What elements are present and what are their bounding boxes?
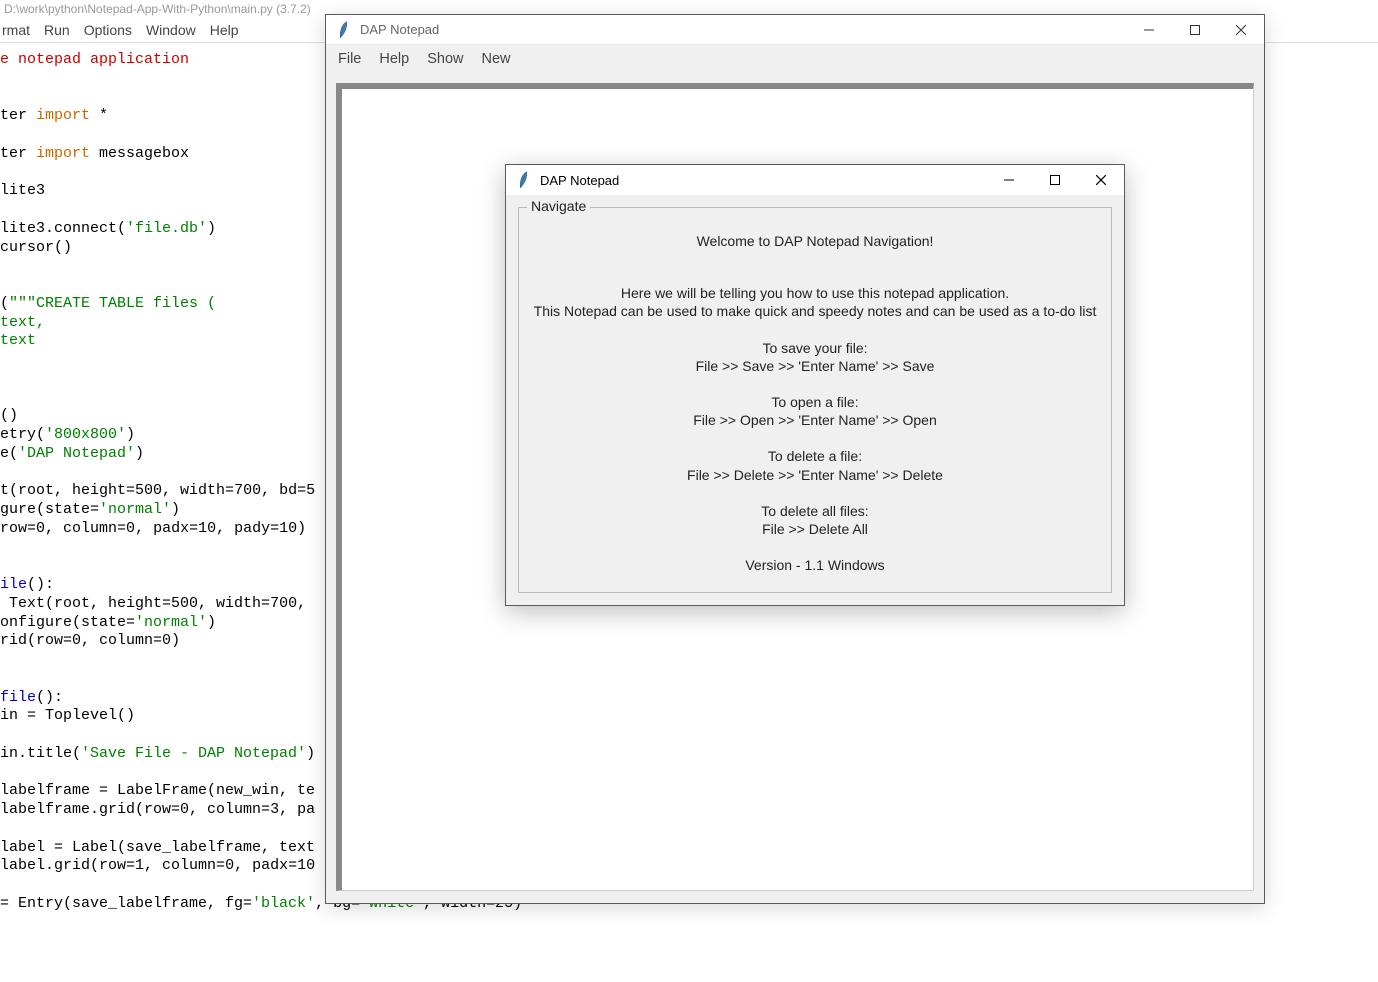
navigate-content: Welcome to DAP Notepad Navigation! Here …	[529, 232, 1101, 574]
minimize-button[interactable]	[1126, 15, 1172, 44]
nav-welcome: Welcome to DAP Notepad Navigation!	[529, 232, 1101, 250]
dialog-close-button[interactable]	[1078, 165, 1124, 195]
dialog-body: Navigate Welcome to DAP Notepad Navigati…	[506, 195, 1124, 605]
nav-open-path: File >> Open >> 'Enter Name' >> Open	[529, 411, 1101, 429]
labelframe-label: Navigate	[527, 198, 590, 214]
nav-version: Version - 1.1 Windows	[529, 556, 1101, 574]
nav-save-title: To save your file:	[529, 339, 1101, 357]
close-button[interactable]	[1218, 15, 1264, 44]
nav-delete-path: File >> Delete >> 'Enter Name' >> Delete	[529, 466, 1101, 484]
app-menu-help[interactable]: Help	[379, 51, 409, 67]
app-menu-file[interactable]: File	[338, 51, 361, 67]
dialog-titlebar: DAP Notepad	[506, 165, 1124, 195]
navigate-labelframe: Navigate Welcome to DAP Notepad Navigati…	[518, 207, 1112, 593]
editor-menu-run[interactable]: Run	[44, 22, 70, 38]
nav-delete-title: To delete a file:	[529, 447, 1101, 465]
feather-icon	[334, 19, 355, 40]
app-menu-new[interactable]: New	[481, 51, 510, 67]
dialog-window-controls	[986, 165, 1124, 195]
nav-open-title: To open a file:	[529, 393, 1101, 411]
feather-icon	[514, 170, 535, 191]
app-titlebar: DAP Notepad	[326, 15, 1264, 45]
nav-intro-1: Here we will be telling you how to use t…	[529, 284, 1101, 302]
app-menubar: File Help Show New	[326, 45, 1264, 73]
app-title: DAP Notepad	[360, 22, 1126, 37]
nav-deleteall-path: File >> Delete All	[529, 520, 1101, 538]
dialog-maximize-button[interactable]	[1032, 165, 1078, 195]
editor-menu-help[interactable]: Help	[210, 22, 239, 38]
window-controls	[1126, 15, 1264, 44]
maximize-button[interactable]	[1172, 15, 1218, 44]
nav-intro-2: This Notepad can be used to make quick a…	[529, 302, 1101, 320]
navigate-dialog: DAP Notepad Navigate Welcome to DAP Note…	[505, 164, 1125, 606]
app-menu-show[interactable]: Show	[427, 51, 463, 67]
editor-menu-window[interactable]: Window	[146, 22, 196, 38]
dialog-minimize-button[interactable]	[986, 165, 1032, 195]
editor-menu-options[interactable]: Options	[84, 22, 132, 38]
nav-deleteall-title: To delete all files:	[529, 502, 1101, 520]
editor-menu-format[interactable]: rmat	[2, 22, 30, 38]
nav-save-path: File >> Save >> 'Enter Name' >> Save	[529, 357, 1101, 375]
dialog-title: DAP Notepad	[540, 173, 986, 188]
